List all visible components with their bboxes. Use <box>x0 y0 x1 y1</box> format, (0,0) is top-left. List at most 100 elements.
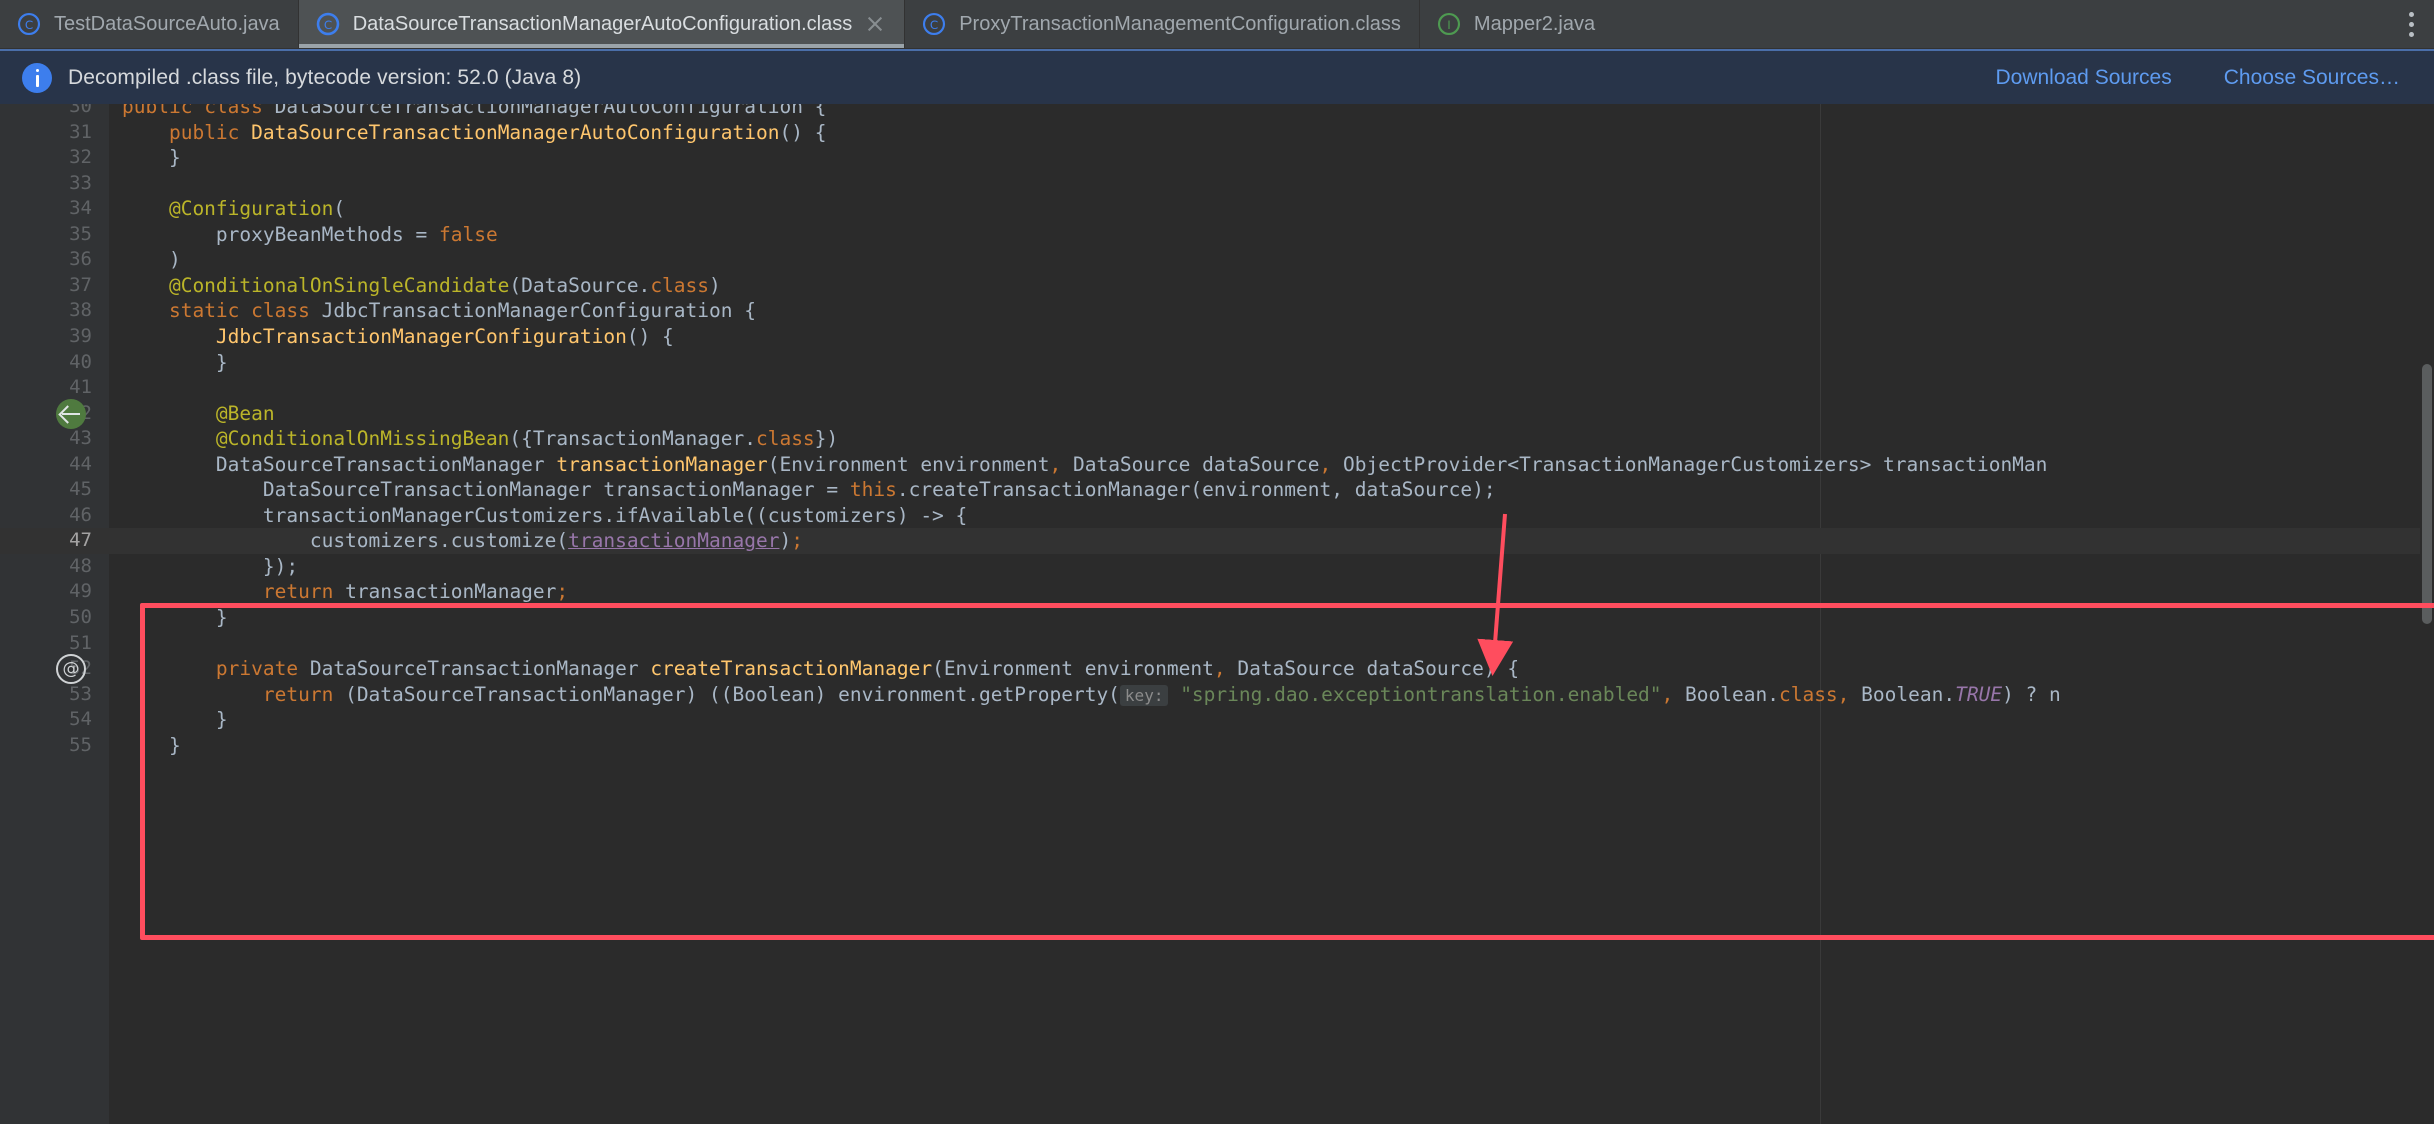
editor-tab-proxytransactionmanagementconfiguration[interactable]: C ProxyTransactionManagementConfiguratio… <box>905 0 1419 48</box>
code-lines-container[interactable]: 30 public class DataSourceTransactionMana… <box>0 104 2434 1124</box>
scrollbar-thumb[interactable] <box>2422 364 2432 624</box>
code-line[interactable]: 47 customizers.customize(transactionMana… <box>0 528 2434 554</box>
code-line[interactable]: 53 return (DataSourceTransactionManager)… <box>0 682 2434 708</box>
code-line[interactable]: 33 <box>0 171 2434 197</box>
code-line[interactable]: 32 } <box>0 145 2434 171</box>
code-token: DataSourceTransactionManagerAutoConfigur… <box>274 104 827 118</box>
kebab-dot-icon <box>2408 11 2414 17</box>
line-number: 49 <box>69 580 92 603</box>
code-token: private <box>215 657 310 681</box>
editor-scrollbar[interactable] <box>2420 104 2434 1124</box>
editor-tab-label: ProxyTransactionManagementConfiguration.… <box>959 12 1401 35</box>
code-line[interactable]: 30 public class DataSourceTransactionMana… <box>0 104 2434 120</box>
line-number: 54 <box>69 708 92 731</box>
line-number: 51 <box>69 631 92 654</box>
code-line[interactable]: 31 public DataSourceTransactionManagerAu… <box>0 120 2434 146</box>
code-token: } <box>122 733 181 757</box>
code-line[interactable]: 43 @ConditionalOnMissingBean({Transactio… <box>0 426 2434 452</box>
code-token: ( <box>333 197 346 221</box>
code-line[interactable]: 51 <box>0 631 2434 657</box>
code-line[interactable]: 35 proxyBeanMethods = false <box>0 222 2434 248</box>
line-number: 40 <box>69 350 92 373</box>
overriding-method-icon[interactable] <box>56 398 86 429</box>
code-line[interactable]: 50 } <box>0 605 2434 631</box>
class-icon: C <box>17 12 41 36</box>
editor-tab-testdatasourceauto[interactable]: C TestDataSourceAuto.java <box>0 0 298 48</box>
code-line-text: }); <box>122 554 298 580</box>
code-line[interactable]: 39 JdbcTransactionManagerConfiguration()… <box>0 324 2434 350</box>
code-token: "spring.dao.exceptiontranslation.enabled… <box>1168 682 1662 706</box>
code-line[interactable]: 49 return transactionManager; <box>0 579 2434 605</box>
line-number: 47 <box>69 529 92 552</box>
code-token: ) <box>122 248 181 272</box>
code-line-text: public class DataSourceTransactionManage… <box>122 104 826 120</box>
code-token: class <box>650 273 710 297</box>
code-line[interactable]: 44 DataSourceTransactionManager transact… <box>0 452 2434 478</box>
code-editor[interactable]: 30 public class DataSourceTransactionMana… <box>0 104 2434 1124</box>
code-token: class <box>755 427 815 451</box>
choose-sources-link[interactable]: Choose Sources… <box>2224 66 2400 90</box>
ide-window: C TestDataSourceAuto.java C DataSourceTr… <box>0 0 2434 1124</box>
tab-overflow-menu-button[interactable] <box>2388 0 2434 48</box>
code-line[interactable]: 52 private DataSourceTransactionManager … <box>0 656 2434 682</box>
code-token: ) ? n <box>2002 682 2061 706</box>
line-number: 32 <box>69 146 92 169</box>
code-line-text: JdbcTransactionManagerConfiguration() { <box>122 324 674 350</box>
code-token: key: <box>1119 684 1169 706</box>
code-line[interactable]: 46 transactionManagerCustomizers.ifAvail… <box>0 503 2434 529</box>
code-token: DataSource dataSource <box>1061 452 1320 476</box>
code-token[interactable]: transactionManager <box>568 529 779 552</box>
code-token: false <box>438 222 498 246</box>
line-number: 50 <box>69 606 92 628</box>
code-token: } <box>122 146 181 170</box>
code-token: @ConditionalOnSingleCandidate <box>122 273 510 297</box>
code-line[interactable]: 37 @ConditionalOnSingleCandidate(DataSou… <box>0 273 2434 299</box>
code-token: static <box>168 299 252 323</box>
editor-tab-mapper2[interactable]: I Mapper2.java <box>1419 0 1614 48</box>
code-token: () { <box>626 324 674 348</box>
code-line-text: @Configuration( <box>122 196 345 222</box>
code-line-text: transactionManagerCustomizers.ifAvailabl… <box>122 503 967 529</box>
annotation-icon[interactable]: @ <box>56 654 86 685</box>
line-number: 44 <box>69 452 92 475</box>
code-line[interactable]: 34 @Configuration( <box>0 196 2434 222</box>
line-number: 45 <box>69 478 92 501</box>
code-token: public <box>168 120 252 144</box>
editor-tab-datasourcetransactionmanagerautoconfiguration[interactable]: C DataSourceTransactionManagerAutoConfig… <box>298 0 905 48</box>
code-line[interactable]: 38 static class JdbcTransactionManagerCo… <box>0 298 2434 324</box>
line-number: 36 <box>69 248 92 271</box>
code-line[interactable]: 55 } <box>0 733 2434 759</box>
line-number: 38 <box>69 299 92 322</box>
line-number: 30 <box>69 104 92 117</box>
code-token: this <box>849 478 897 502</box>
code-line-text: return (DataSourceTransactionManager) ((… <box>122 682 2061 709</box>
code-token: , <box>1049 452 1062 476</box>
close-icon[interactable] <box>864 13 886 35</box>
code-token: @ConditionalOnMissingBean <box>122 427 510 451</box>
code-token: } <box>122 708 228 732</box>
code-line-text: @Bean <box>122 401 275 427</box>
download-sources-link[interactable]: Download Sources <box>1995 66 2171 90</box>
code-line[interactable]: 41 <box>0 375 2434 401</box>
code-token: Boolean. <box>1673 682 1779 706</box>
code-token: DataSourceTransactionManager transaction… <box>122 478 850 502</box>
code-token: } <box>122 350 228 374</box>
code-line[interactable]: 40 } <box>0 350 2434 376</box>
code-line[interactable]: 54 } <box>0 707 2434 733</box>
code-token: }); <box>122 554 299 578</box>
code-token: return <box>262 682 346 706</box>
code-line[interactable]: 48 }); <box>0 554 2434 580</box>
kebab-dot-icon <box>2408 31 2414 37</box>
tab-bar-filler <box>1613 0 2388 48</box>
code-line[interactable]: 45 DataSourceTransactionManager transact… <box>0 477 2434 503</box>
code-token: class <box>251 299 322 323</box>
code-line[interactable]: 36 ) <box>0 247 2434 273</box>
code-token: class <box>204 104 275 118</box>
code-line[interactable]: 42 @Bean <box>0 401 2434 427</box>
line-number: 39 <box>69 324 92 347</box>
editor-tab-label: TestDataSourceAuto.java <box>54 12 280 35</box>
code-token: @Bean <box>122 401 275 425</box>
